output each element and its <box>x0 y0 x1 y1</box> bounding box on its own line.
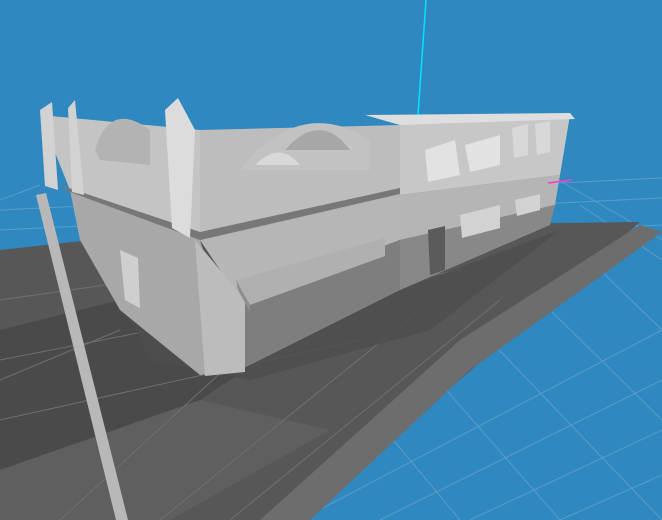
front-door <box>428 226 445 275</box>
3d-viewport[interactable] <box>0 0 662 520</box>
scene-canvas[interactable] <box>0 0 662 520</box>
